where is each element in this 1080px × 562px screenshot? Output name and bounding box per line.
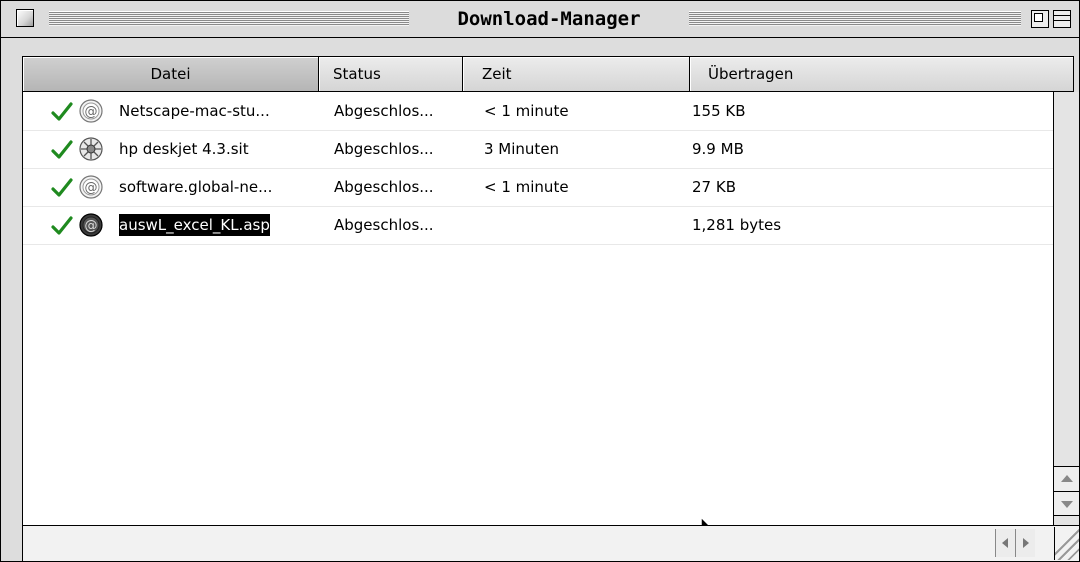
download-file-name: Netscape-mac-stu... (119, 102, 270, 120)
title-bar-stripes-left (49, 11, 409, 26)
selected-file-name: auswL_excel_KL.asp (119, 214, 270, 236)
download-row[interactable]: @ software.global-ne... Abgeschlos... < … (23, 168, 1053, 207)
arrow-right-icon (1023, 538, 1029, 548)
at-sign-file-icon: @ (79, 175, 103, 199)
download-status: Abgeschlos... (334, 178, 434, 196)
stuffit-archive-icon (79, 137, 103, 161)
checkmark-icon (51, 102, 73, 121)
download-manager-window: Download-Manager Datei Status Zeit Übert… (0, 0, 1080, 562)
checkmark-icon (51, 178, 73, 197)
close-box-icon[interactable] (16, 9, 34, 27)
download-file-name: software.global-ne... (119, 178, 273, 196)
column-header-datei[interactable]: Datei (23, 57, 319, 91)
arrow-down-icon (1061, 501, 1073, 508)
download-status: Abgeschlos... (334, 102, 434, 120)
at-sign-file-icon: @ (79, 99, 103, 123)
download-row[interactable]: hp deskjet 4.3.sit Abgeschlos... 3 Minut… (23, 130, 1053, 169)
download-time: 3 Minuten (484, 140, 560, 158)
svg-text:@: @ (85, 181, 98, 196)
checkmark-icon (51, 216, 73, 235)
scroll-down-arrow[interactable] (1054, 491, 1079, 516)
download-time: < 1 minute (484, 102, 569, 120)
column-header-zeit[interactable]: Zeit (463, 57, 690, 91)
vertical-scrollbar[interactable] (1053, 92, 1079, 525)
download-status: Abgeschlos... (334, 140, 434, 158)
download-row-selected[interactable]: @ auswL_excel_KL.asp Abgeschlos... 1,281… (23, 206, 1053, 245)
resize-grip-icon[interactable] (1054, 527, 1079, 560)
title-bar-stripes-right (689, 11, 1021, 26)
window-frame-left (1, 38, 22, 561)
title-bar[interactable]: Download-Manager (1, 1, 1079, 38)
zoom-box-icon[interactable] (1031, 10, 1049, 28)
checkmark-icon (51, 140, 73, 159)
window-title: Download-Manager (457, 8, 641, 30)
scroll-left-arrow[interactable] (995, 529, 1015, 557)
at-sign-file-icon: @ (79, 213, 103, 237)
download-status: Abgeschlos... (334, 216, 434, 234)
column-header-row: Datei Status Zeit Übertragen (22, 56, 1074, 92)
download-transferred: 155 KB (692, 102, 746, 120)
arrow-left-icon (1002, 538, 1008, 548)
scroll-right-arrow[interactable] (1015, 529, 1035, 557)
download-time: < 1 minute (484, 178, 569, 196)
download-transferred: 9.9 MB (692, 140, 744, 158)
svg-text:@: @ (85, 105, 98, 120)
download-list: @ Netscape-mac-stu... Abgeschlos... < 1 … (22, 92, 1053, 545)
svg-text:@: @ (85, 219, 98, 234)
download-row[interactable]: @ Netscape-mac-stu... Abgeschlos... < 1 … (23, 92, 1053, 131)
download-file-name: hp deskjet 4.3.sit (119, 140, 249, 158)
download-transferred: 1,281 bytes (692, 216, 782, 234)
column-header-status[interactable]: Status (319, 57, 463, 91)
arrow-up-icon (1061, 475, 1073, 482)
column-header-uebertragen[interactable]: Übertragen (690, 57, 1073, 91)
collapse-box-icon[interactable] (1053, 10, 1071, 28)
download-transferred: 27 KB (692, 178, 736, 196)
horizontal-scrollbar[interactable] (22, 525, 1079, 561)
scroll-up-arrow[interactable] (1054, 466, 1079, 491)
download-file-name: auswL_excel_KL.asp (119, 206, 270, 244)
